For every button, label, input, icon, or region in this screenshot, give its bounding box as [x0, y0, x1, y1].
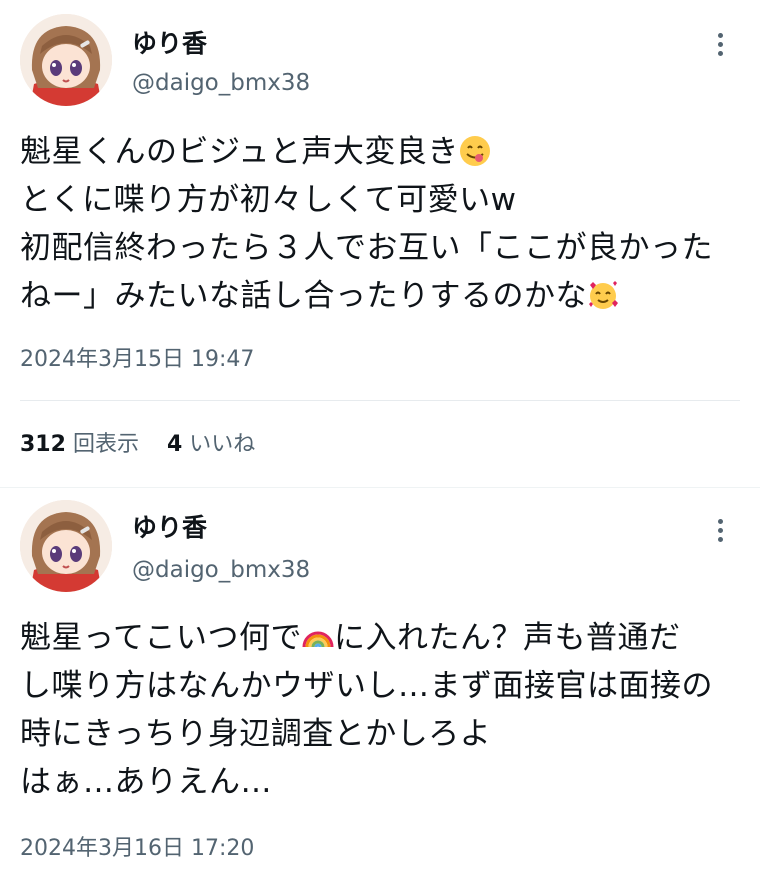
avatar-image [20, 500, 112, 592]
tweet-timestamp[interactable]: 2024年3月15日 19:47 [20, 345, 254, 375]
views-label[interactable]: 回表示 [73, 432, 139, 457]
user-handle[interactable]: @daigo_bmx38 [132, 555, 310, 585]
display-name[interactable]: ゆり香 [132, 28, 207, 60]
avatar-image [20, 14, 112, 106]
more-options-icon[interactable] [705, 30, 735, 60]
tweet-text: 魁星くんのビジュと声大変良き とくに喋り方が初々しくて可愛いw 初配信終わったら… [20, 128, 750, 320]
display-name[interactable]: ゆり香 [132, 512, 207, 544]
tweet-text-fragment: 魁星ってこいつ何で [20, 620, 302, 656]
views-count[interactable]: 312 [20, 432, 66, 457]
user-handle[interactable]: @daigo_bmx38 [132, 68, 310, 98]
divider [20, 400, 740, 401]
tweet-text-line: 魁星くんのビジュと声大変良き [20, 134, 459, 170]
tweet-text-line: 時にきっちり身辺調査とかしろよ [20, 716, 492, 752]
smiling-face-with-hearts-emoji [589, 281, 618, 309]
rainbow-emoji [302, 631, 334, 648]
tweet-text-line: し喋り方はなんかウザいし…まず面接官は面接の [20, 668, 713, 704]
tweet-text-line: はぁ…ありえん… [20, 764, 272, 800]
likes-label[interactable]: いいね [189, 432, 255, 457]
tweet-stats: 312 回表示 4 いいね [20, 430, 255, 460]
tweet-text-line: ねー」みたいな話し合ったりするのかな [20, 278, 587, 314]
avatar[interactable] [20, 14, 112, 106]
likes-count[interactable]: 4 [167, 432, 182, 457]
tweet-timestamp[interactable]: 2024年3月16日 17:20 [20, 834, 254, 864]
tweet-2: ゆり香 @daigo_bmx38 魁星ってこいつ何で に入れたん？声も普通だ し喋… [0, 488, 760, 874]
tweet-1: ゆり香 @daigo_bmx38 魁星くんのビジュと声大変良き とくに喋り方が初… [0, 0, 760, 488]
tweet-text-line: 初配信終わったら３人でお互い「ここが良かった [20, 230, 713, 266]
more-options-icon[interactable] [705, 516, 735, 546]
face-savoring-food-emoji [459, 136, 490, 166]
tweet-text-fragment: に入れたん？声も普通だ [333, 620, 681, 656]
tweet-text-line: とくに喋り方が初々しくて可愛いw [20, 182, 517, 218]
avatar[interactable] [20, 500, 112, 592]
tweet-text: 魁星ってこいつ何で に入れたん？声も普通だ し喋り方はなんかウザいし…まず面接官は… [20, 614, 750, 806]
